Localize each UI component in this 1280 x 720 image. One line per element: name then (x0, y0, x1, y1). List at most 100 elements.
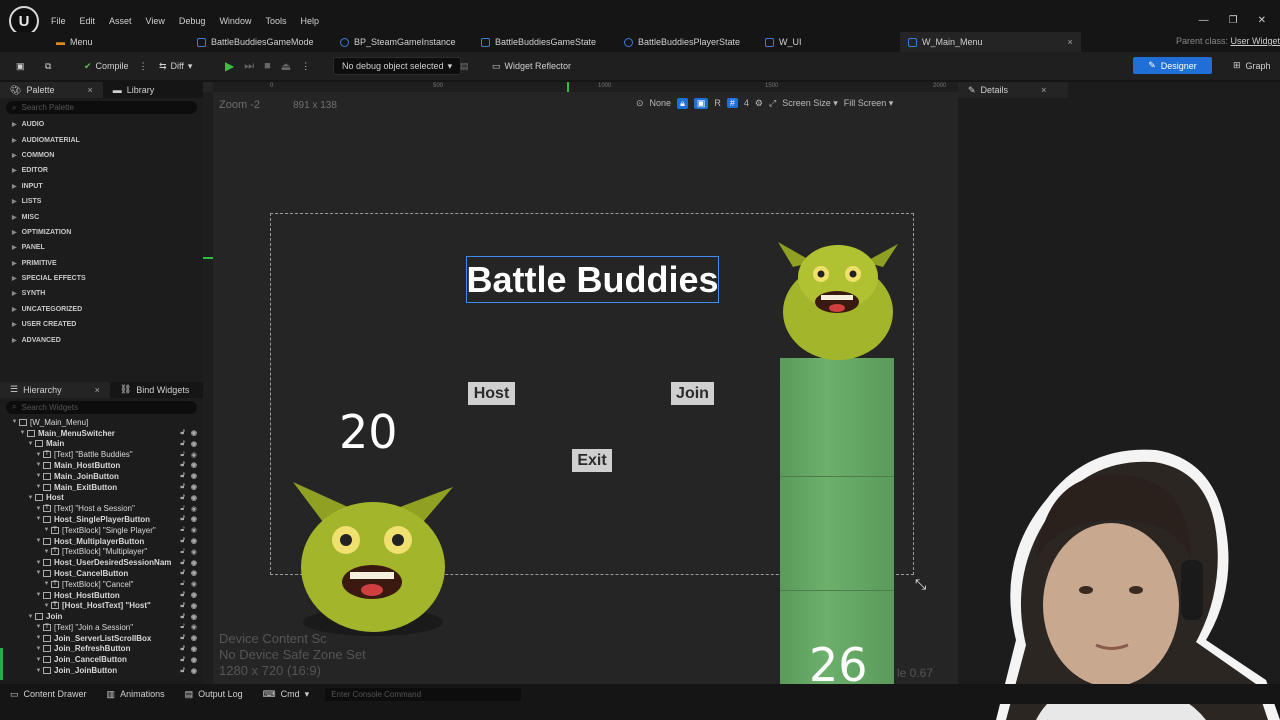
cmd-dropdown[interactable]: ⌨ Cmd ▾ (253, 689, 320, 700)
visibility-eye-icon[interactable]: ◉ (191, 623, 197, 631)
expand-arrow-icon[interactable]: ▼ (34, 592, 43, 598)
hierarchy-row[interactable]: ▼ T [Text] "Host a Session" 🔓︎ ◉ (0, 503, 203, 514)
hierarchy-row[interactable]: ▼ Host_CancelButton 🔓︎ ◉ (0, 568, 203, 579)
visibility-eye-icon[interactable]: ◉ (191, 656, 197, 664)
close-window-icon[interactable]: ✕ (1258, 15, 1266, 26)
tab-gameinstance[interactable]: BP_SteamGameInstance (340, 32, 456, 52)
lock-icon[interactable]: 🔒︎ (677, 97, 688, 109)
grid-icon[interactable]: # (726, 98, 738, 108)
palette-category[interactable]: ▶ MISC (0, 209, 203, 224)
hierarchy-row[interactable]: ▼ T [Text] "Battle Buddies" 🔓︎ ◉ (0, 449, 203, 460)
lock-icon[interactable]: 🔓︎ (180, 602, 185, 610)
menu-view[interactable]: View (146, 16, 165, 26)
settings-icon[interactable]: ⚙ (755, 98, 763, 109)
palette-category[interactable]: ▶ INPUT (0, 179, 203, 194)
menu-window[interactable]: Window (219, 16, 251, 26)
lock-icon[interactable]: 🔓︎ (180, 515, 185, 523)
maximize-icon[interactable]: ❐ (1229, 15, 1238, 26)
zoom-to-fit-icon[interactable]: ⤢ (769, 98, 776, 109)
visibility-eye-icon[interactable]: ◉ (191, 613, 197, 621)
expand-arrow-icon[interactable]: ▼ (26, 495, 35, 501)
palette-category[interactable]: ▶ COMMON (0, 148, 203, 163)
content-drawer-button[interactable]: ▭ Content Drawer (0, 689, 97, 700)
expand-arrow-icon[interactable]: ▼ (34, 538, 43, 544)
tab-library[interactable]: ▬ Library (103, 82, 165, 98)
tab-details[interactable]: ✎ Details × (958, 82, 1057, 98)
stop-icon[interactable]: ■ (264, 60, 271, 72)
animations-button[interactable]: ▥ Animations (97, 689, 175, 700)
fill-screen-dropdown[interactable]: Fill Screen ▾ (844, 98, 894, 109)
visibility-eye-icon[interactable]: ◉ (191, 537, 197, 545)
menu-asset[interactable]: Asset (109, 16, 132, 26)
hierarchy-row[interactable]: ▼ Main_ExitButton 🔓︎ ◉ (0, 482, 203, 493)
hierarchy-row[interactable]: ▼ Host_SinglePlayerButton 🔓︎ ◉ (0, 514, 203, 525)
localization-icon[interactable]: ⊙ (636, 98, 644, 109)
visibility-eye-icon[interactable]: ◉ (191, 559, 197, 567)
visibility-eye-icon[interactable]: ◉ (191, 602, 197, 610)
visibility-eye-icon[interactable]: ◉ (191, 440, 197, 448)
tab-palette[interactable]: 🎨︎ Palette × (0, 82, 103, 98)
expand-arrow-icon[interactable]: ▼ (42, 549, 51, 555)
tab-w-ui[interactable]: W_UI (765, 32, 802, 52)
hierarchy-row[interactable]: ▼ Host 🔓︎ ◉ (0, 492, 203, 503)
designer-viewport[interactable]: 0 500 1000 1500 2000 Zoom -2 891 x 138 ⊙… (203, 82, 958, 684)
expand-arrow-icon[interactable]: ▼ (34, 560, 43, 566)
r-toggle[interactable]: R (714, 98, 721, 108)
graph-button[interactable]: ⊞ Graph (1233, 57, 1271, 74)
expand-arrow-icon[interactable]: ▼ (34, 506, 43, 512)
grid-size[interactable]: 4 (744, 98, 749, 108)
lock-icon[interactable]: 🔓︎ (180, 559, 185, 567)
visibility-eye-icon[interactable]: ◉ (191, 667, 197, 675)
visibility-eye-icon[interactable]: ◉ (191, 591, 197, 599)
hierarchy-row[interactable]: ▼ [W_Main_Menu] (0, 417, 203, 428)
hierarchy-row[interactable]: ▼ Host_MultiplayerButton 🔓︎ ◉ (0, 536, 203, 547)
more-options-icon[interactable]: ⋮ (301, 61, 310, 72)
visibility-eye-icon[interactable]: ◉ (191, 580, 197, 588)
diff-button[interactable]: ⇆ Diff ▾ (159, 52, 192, 80)
close-icon[interactable]: × (87, 85, 92, 95)
hierarchy-row[interactable]: ▼ Main_HostButton 🔓︎ ◉ (0, 460, 203, 471)
designer-button[interactable]: ✎ Designer (1133, 57, 1212, 74)
eject-icon[interactable]: ⏏ (281, 60, 291, 73)
screen-size-dropdown[interactable]: Screen Size ▾ (782, 98, 838, 109)
none-label[interactable]: None (650, 98, 672, 108)
expand-arrow-icon[interactable]: ▼ (34, 635, 43, 641)
palette-category[interactable]: ▶ PRIMITIVE (0, 256, 203, 271)
tab-gamestate[interactable]: BattleBuddiesGameState (481, 32, 596, 52)
hierarchy-search-input[interactable]: ⌕ Search Widgets (6, 400, 197, 414)
hierarchy-row[interactable]: ▼ T [Text] "Join a Session" 🔓︎ ◉ (0, 622, 203, 633)
hierarchy-row[interactable]: ▼ Main 🔓︎ ◉ (0, 438, 203, 449)
step-icon[interactable]: ⏭ (244, 60, 254, 73)
lock-icon[interactable]: 🔓︎ (180, 472, 185, 480)
parent-class-link[interactable]: User Widget (1230, 36, 1280, 46)
visibility-eye-icon[interactable]: ◉ (191, 451, 197, 459)
palette-category[interactable]: ▶ LISTS (0, 194, 203, 209)
lock-icon[interactable]: 🔓︎ (180, 591, 185, 599)
main-join-button[interactable]: Join (671, 382, 714, 405)
palette-search-input[interactable]: ⌕ Search Palette (6, 101, 197, 114)
palette-category[interactable]: ▶ SPECIAL EFFECTS (0, 271, 203, 286)
lock-icon[interactable]: 🔓︎ (180, 569, 185, 577)
tab-menu[interactable]: ▬ Menu (56, 32, 93, 52)
palette-category[interactable]: ▶ PANEL (0, 240, 203, 255)
hierarchy-row[interactable]: ▼ T [Host_HostText] "Host" 🔓︎ ◉ (0, 600, 203, 611)
hierarchy-row[interactable]: ▼ Main_JoinButton 🔓︎ ◉ (0, 471, 203, 482)
palette-category[interactable]: ▶ AUDIOMATERIAL (0, 132, 203, 147)
lock-icon[interactable]: 🔓︎ (180, 645, 185, 653)
expand-arrow-icon[interactable]: ▼ (34, 657, 43, 663)
hierarchy-row[interactable]: ▼ Main_MenuSwitcher 🔓︎ ◉ (0, 428, 203, 439)
battle-buddies-title[interactable]: Battle Buddies (466, 256, 719, 303)
lock-icon[interactable]: 🔓︎ (180, 623, 185, 631)
lock-icon[interactable]: 🔓︎ (180, 548, 185, 556)
palette-category[interactable]: ▶ UNCATEGORIZED (0, 302, 203, 317)
expand-arrow-icon[interactable]: ▼ (34, 668, 43, 674)
lock-icon[interactable]: 🔓︎ (180, 634, 185, 642)
visibility-eye-icon[interactable]: ◉ (191, 483, 197, 491)
play-icon[interactable]: ▶ (225, 59, 234, 73)
output-log-button[interactable]: ▤ Output Log (175, 689, 253, 700)
visibility-eye-icon[interactable]: ◉ (191, 634, 197, 642)
palette-category[interactable]: ▶ USER CREATED (0, 317, 203, 332)
close-icon[interactable]: × (1041, 85, 1046, 95)
lock-icon[interactable]: 🔓︎ (180, 667, 185, 675)
debug-object-select[interactable]: No debug object selected ▾ (333, 52, 462, 80)
